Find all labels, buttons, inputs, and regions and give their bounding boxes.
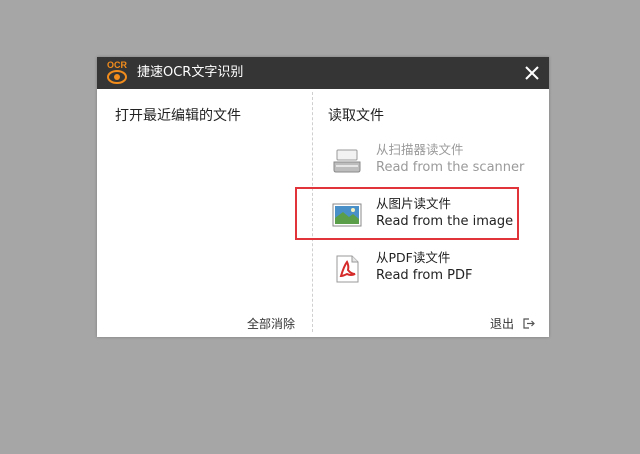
title-bar: OCR 捷速OCR文字识别 — [97, 57, 549, 89]
logo-text: OCR — [107, 60, 127, 70]
clear-all-link[interactable]: 全部消除 — [247, 316, 295, 332]
scanner-icon — [333, 149, 361, 173]
app-logo: OCR — [105, 60, 129, 86]
read-file-heading: 读取文件 — [328, 108, 384, 124]
image-icon — [332, 203, 362, 227]
read-from-pdf-option[interactable]: 从PDF读文件 Read from PDF — [331, 250, 531, 290]
window-title: 捷速OCR文字识别 — [137, 65, 244, 80]
image-label-en: Read from the image — [376, 214, 514, 229]
exit-icon[interactable] — [522, 317, 535, 330]
pdf-icon — [336, 255, 359, 283]
eye-icon — [107, 70, 127, 84]
scanner-label-zh: 从扫描器读文件 — [376, 142, 464, 157]
close-icon[interactable] — [523, 64, 541, 82]
pdf-label-en: Read from PDF — [376, 268, 473, 283]
scanner-label-en: Read from the scanner — [376, 160, 525, 175]
pdf-label-zh: 从PDF读文件 — [376, 250, 451, 265]
recent-files-heading: 打开最近编辑的文件 — [115, 108, 241, 124]
exit-link[interactable]: 退出 — [490, 316, 514, 332]
read-from-scanner-option[interactable]: 从扫描器读文件 Read from the scanner — [331, 142, 531, 182]
image-label-zh: 从图片读文件 — [376, 196, 452, 211]
ocr-dialog: OCR 捷速OCR文字识别 打开最近编辑的文件 读取文件 从扫描器读文件 Rea… — [97, 57, 549, 337]
read-from-image-option[interactable]: 从图片读文件 Read from the image — [331, 196, 531, 236]
